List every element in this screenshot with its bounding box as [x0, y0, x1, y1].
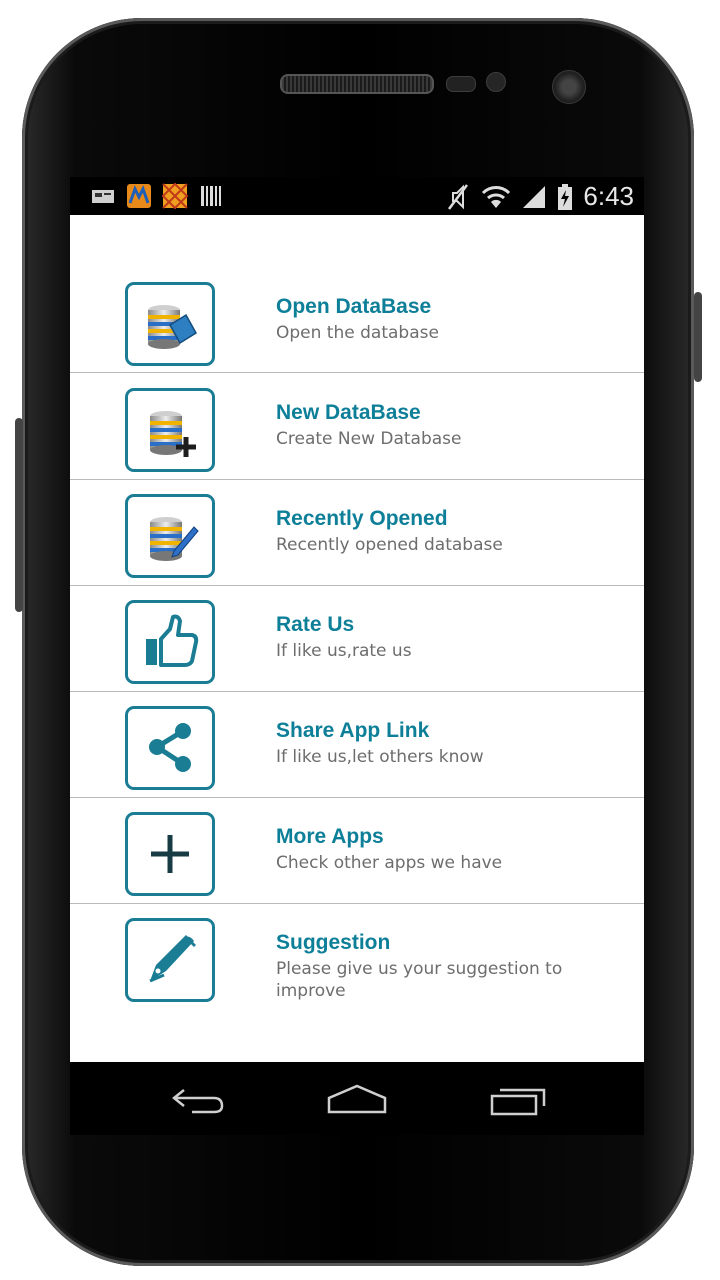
recent-apps-icon[interactable]	[488, 1084, 548, 1118]
list-item-suggestion[interactable]: Suggestion Please give us your suggestio…	[70, 903, 644, 1062]
home-icon[interactable]	[327, 1084, 387, 1116]
list-item-open-database[interactable]: Open DataBase Open the database	[70, 215, 644, 373]
screen: 6:43 Open DataBase Open the database New…	[70, 177, 644, 1135]
earpiece-speaker	[280, 74, 434, 94]
main-menu: Open DataBase Open the database New Data…	[70, 215, 644, 1062]
item-title: Open DataBase	[276, 295, 432, 318]
signal-icon	[523, 185, 546, 208]
front-camera	[552, 70, 586, 104]
database-open-icon	[125, 282, 215, 366]
item-subtitle: Create New Database	[276, 429, 462, 449]
mute-icon	[448, 183, 469, 210]
item-subtitle: Open the database	[276, 323, 439, 343]
battery-charging-icon	[558, 183, 573, 210]
list-item-share-app-link[interactable]: Share App Link If like us,let others kno…	[70, 691, 644, 798]
item-title: Recently Opened	[276, 507, 448, 530]
item-subtitle: Recently opened database	[276, 535, 503, 555]
back-icon[interactable]	[170, 1084, 226, 1116]
list-item-new-database[interactable]: New DataBase Create New Database	[70, 373, 644, 480]
status-bar: 6:43	[70, 177, 644, 215]
app-notification-icon	[127, 184, 151, 208]
item-title: Share App Link	[276, 719, 430, 742]
database-add-icon	[125, 388, 215, 472]
proximity-sensor	[446, 76, 476, 92]
screenshot-icon	[92, 190, 114, 203]
power-button	[694, 292, 702, 382]
pattern-notification-icon	[162, 183, 188, 209]
database-edit-icon	[125, 494, 215, 578]
share-icon	[125, 706, 215, 790]
status-time: 6:43	[583, 181, 634, 211]
system-icons: 6:43	[445, 181, 634, 212]
barcode-icon	[201, 186, 221, 206]
wifi-icon	[482, 185, 511, 208]
pen-icon	[125, 918, 215, 1002]
notification-icons	[90, 183, 224, 209]
list-item-recently-opened[interactable]: Recently Opened Recently opened database	[70, 479, 644, 586]
item-subtitle: If like us,rate us	[276, 641, 412, 661]
list-item-rate-us[interactable]: Rate Us If like us,rate us	[70, 585, 644, 692]
item-subtitle: Check other apps we have	[276, 853, 503, 873]
item-title: New DataBase	[276, 401, 421, 424]
item-title: More Apps	[276, 825, 384, 848]
item-subtitle: Please give us your suggestion to improv…	[276, 959, 563, 1001]
volume-button	[15, 418, 23, 612]
plus-icon	[125, 812, 215, 896]
item-title: Rate Us	[276, 613, 355, 636]
thumbs-up-icon	[125, 600, 215, 684]
item-title: Suggestion	[276, 931, 391, 954]
item-subtitle: If like us,let others know	[276, 747, 484, 767]
navigation-bar	[70, 1062, 644, 1135]
light-sensor	[486, 72, 506, 92]
list-item-more-apps[interactable]: More Apps Check other apps we have	[70, 797, 644, 904]
